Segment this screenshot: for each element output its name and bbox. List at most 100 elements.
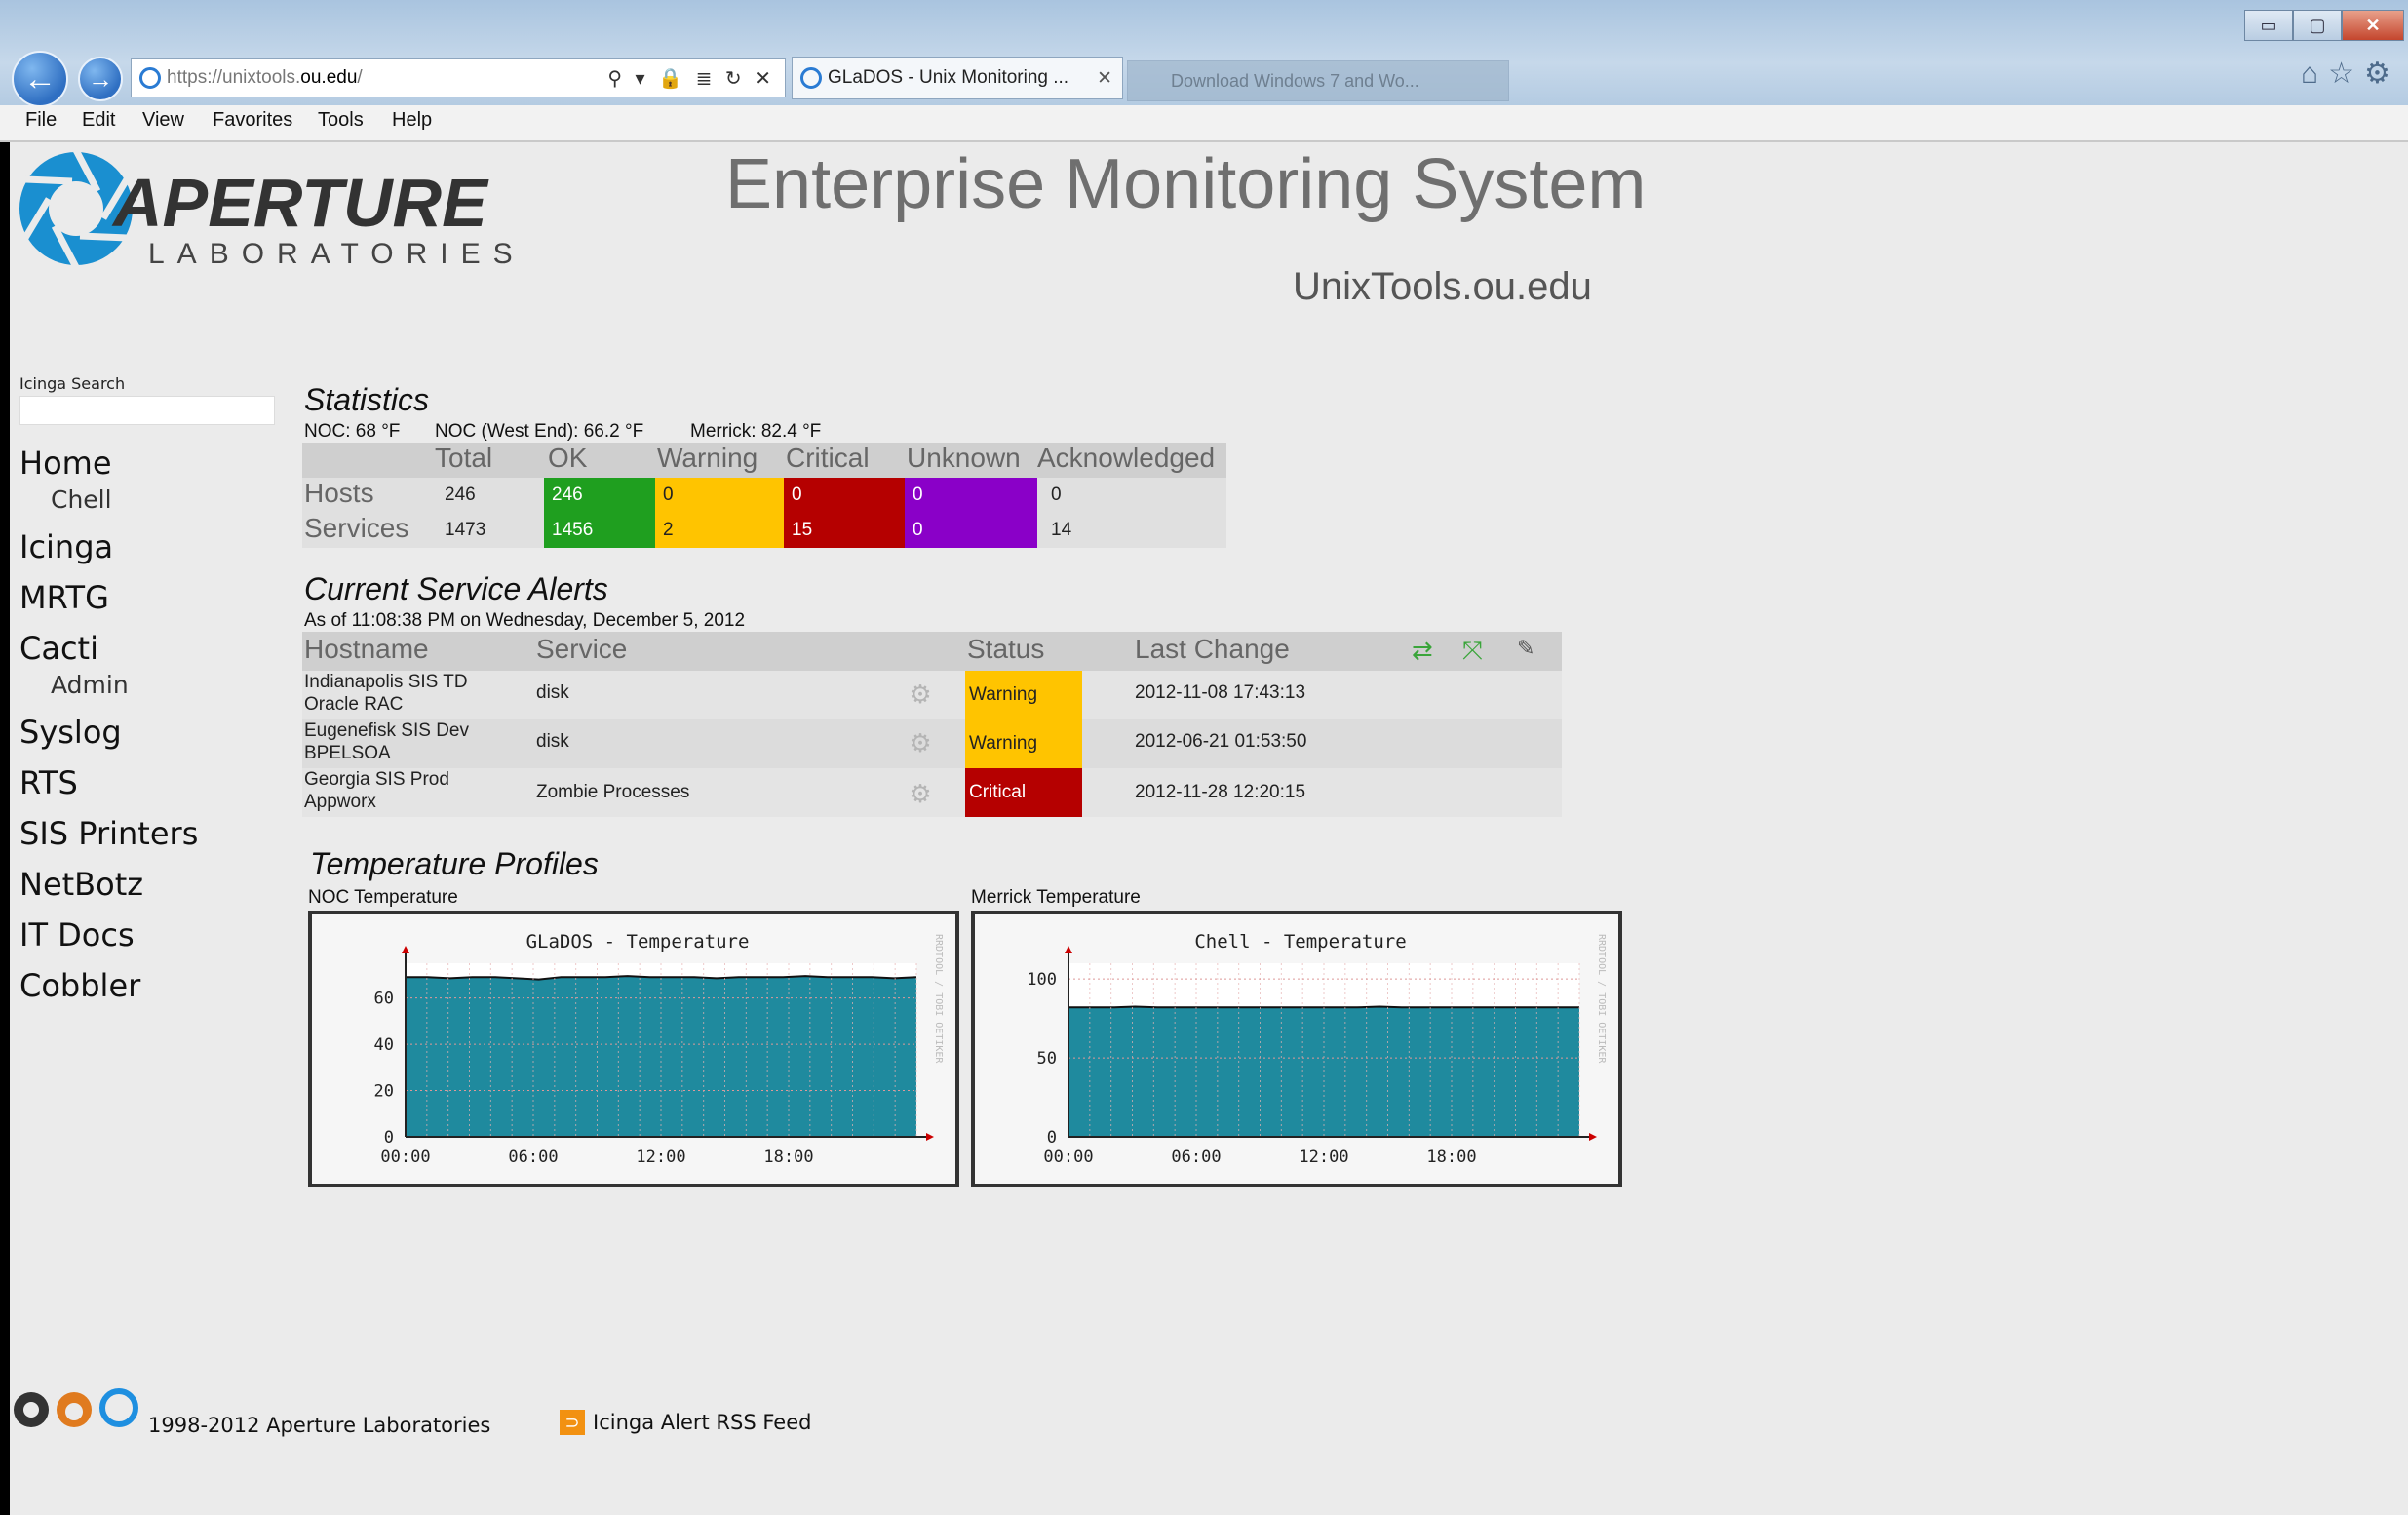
menu-favorites[interactable]: Favorites: [213, 109, 292, 132]
hosts-total[interactable]: 246: [437, 478, 544, 513]
gear-icon[interactable]: ⚙: [907, 729, 934, 757]
hosts-unknown[interactable]: 0: [905, 478, 1037, 513]
edit-icon[interactable]: ✎: [1517, 636, 1534, 661]
y-tick-label: 60: [374, 990, 394, 1009]
alert-service[interactable]: disk: [536, 731, 569, 753]
hosts-acknowledged[interactable]: 0: [1043, 478, 1141, 513]
hosts-critical[interactable]: 0: [784, 478, 905, 513]
alert-hostname[interactable]: Indianapolis SIS TD Oracle RAC: [304, 671, 519, 716]
menu-tools[interactable]: Tools: [318, 109, 364, 132]
col-acknowledged: Acknowledged: [1037, 443, 1216, 473]
hosts-warning[interactable]: 0: [655, 478, 784, 513]
url-suffix: /: [357, 67, 363, 88]
alerts-asof: As of 11:08:38 PM on Wednesday, December…: [304, 610, 746, 631]
services-unknown[interactable]: 0: [905, 513, 1037, 548]
alert-hostname[interactable]: Georgia SIS Prod Appworx: [304, 768, 519, 813]
refresh-icon[interactable]: ⇄: [1412, 636, 1433, 666]
gear-icon[interactable]: ⚙: [907, 680, 934, 708]
gear-icon[interactable]: ⚙: [907, 780, 934, 807]
nav-sis-printers[interactable]: SIS Printers: [19, 815, 198, 852]
nav-netbotz[interactable]: NetBotz: [19, 866, 143, 903]
window-controls: ▭ ▢ ✕: [2244, 10, 2404, 41]
toolbar-icons: ⌂☆⚙: [2301, 57, 2400, 91]
merrick-temperature-label: Merrick Temperature: [971, 887, 1141, 908]
icinga-search-input[interactable]: [19, 396, 275, 425]
menu-file[interactable]: File: [25, 109, 57, 132]
alert-service[interactable]: disk: [536, 682, 569, 704]
menu-view[interactable]: View: [142, 109, 184, 132]
rrdtool-credit: RRDTOOL / TOBI OETIKER: [933, 934, 944, 1064]
services-total[interactable]: 1473: [437, 513, 544, 548]
col-unknown: Unknown: [907, 443, 1021, 473]
noc-temperature-graph[interactable]: GLaDOS - Temperature RRDTOOL / TOBI OETIK…: [308, 911, 959, 1187]
tab-active[interactable]: GLaDOS - Unix Monitoring ... ✕: [792, 57, 1123, 99]
url-prefix: https://unixtools.: [167, 67, 301, 88]
alert-service[interactable]: Zombie Processes: [536, 782, 689, 803]
services-ok[interactable]: 1456: [544, 513, 655, 548]
page-subtitle: UnixTools.ou.edu: [1293, 265, 1592, 308]
blue-ring-icon: [99, 1388, 138, 1427]
temp-noc-west: NOC (West End): 66.2 °F: [435, 421, 644, 442]
copyright: 1998-2012 Aperture Laboratories: [148, 1414, 491, 1437]
y-tick-label: 0: [1047, 1128, 1057, 1147]
nav-mrtg[interactable]: MRTG: [19, 579, 109, 616]
arrow-right-icon: →: [88, 63, 113, 94]
forward-button[interactable]: →: [78, 57, 123, 101]
alert-host-line1: Indianapolis SIS TD: [304, 672, 468, 692]
maximize-button[interactable]: ▢: [2293, 10, 2342, 41]
statistics-title: Statistics: [304, 382, 430, 417]
x-tick-label: 12:00: [636, 1147, 685, 1167]
nav-home[interactable]: Home: [19, 445, 112, 482]
chart-title: Chell - Temperature: [1194, 931, 1406, 952]
nav-chell[interactable]: Chell: [51, 486, 112, 514]
x-tick-label: 00:00: [380, 1147, 430, 1167]
nav-admin[interactable]: Admin: [51, 671, 129, 699]
nav-icinga[interactable]: Icinga: [19, 528, 113, 565]
col-status: Status: [967, 634, 1045, 664]
search-label: Icinga Search: [19, 374, 126, 393]
nav-cacti[interactable]: Cacti: [19, 630, 98, 667]
x-tick-label: 06:00: [1171, 1147, 1221, 1167]
page-title: Enterprise Monitoring System: [725, 145, 1647, 223]
merrick-temperature-graph[interactable]: Chell - Temperature RRDTOOL / TOBI OETIKE…: [971, 911, 1622, 1187]
expand-icon[interactable]: ⤧: [1462, 636, 1483, 667]
tab-inactive[interactable]: Download Windows 7 and Wo...: [1127, 60, 1509, 101]
alert-host-line2: BPELSOA: [304, 743, 391, 763]
x-tick-label: 06:00: [508, 1147, 558, 1167]
alert-last-change: 2012-11-08 17:43:13: [1135, 682, 1306, 703]
nav-it-docs[interactable]: IT Docs: [19, 916, 135, 953]
logo-word1: APERTURE: [111, 165, 489, 241]
back-button[interactable]: ←: [12, 51, 68, 107]
menu-edit[interactable]: Edit: [82, 109, 115, 132]
nav-rts[interactable]: RTS: [19, 764, 78, 801]
close-window-button[interactable]: ✕: [2342, 10, 2404, 41]
nav-syslog[interactable]: Syslog: [19, 714, 122, 751]
hosts-ok[interactable]: 246: [544, 478, 655, 513]
y-axis-arrow: [1065, 946, 1072, 953]
nav-cobbler[interactable]: Cobbler: [19, 967, 140, 1004]
services-critical[interactable]: 15: [784, 513, 905, 548]
home-icon[interactable]: ⌂: [2301, 58, 2328, 90]
address-bar-icons[interactable]: ⚲ ▾ 🔒 ≣ ↻ ✕: [607, 66, 775, 91]
y-axis-arrow: [402, 946, 409, 953]
alert-host-line2: Oracle RAC: [304, 694, 404, 715]
alerts-header-row: [302, 632, 1562, 671]
alert-hostname[interactable]: Eugenefisk SIS Dev BPELSOA: [304, 719, 519, 764]
y-tick-label: 40: [374, 1035, 394, 1055]
services-acknowledged[interactable]: 14: [1043, 513, 1141, 548]
col-critical: Critical: [786, 443, 870, 473]
address-bar[interactable]: https://unixtools. ou.edu / ⚲ ▾ 🔒 ≣ ↻ ✕: [131, 58, 786, 97]
col-total: Total: [435, 443, 493, 473]
gear-icon[interactable]: ⚙: [2364, 58, 2400, 90]
star-icon[interactable]: ☆: [2328, 58, 2364, 90]
services-warning[interactable]: 2: [655, 513, 784, 548]
noc-temperature-label: NOC Temperature: [308, 887, 458, 908]
row-label-services: Services: [304, 513, 409, 543]
menu-help[interactable]: Help: [392, 109, 432, 132]
close-tab-icon[interactable]: ✕: [1097, 67, 1112, 90]
aperture-logo: APERTURE LABORATORIES: [19, 148, 513, 270]
rss-feed-link[interactable]: ⊃ Icinga Alert RSS Feed: [560, 1410, 811, 1435]
orange-ring-icon: [57, 1392, 92, 1427]
page-content: [10, 142, 2408, 1515]
minimize-button[interactable]: ▭: [2244, 10, 2293, 41]
